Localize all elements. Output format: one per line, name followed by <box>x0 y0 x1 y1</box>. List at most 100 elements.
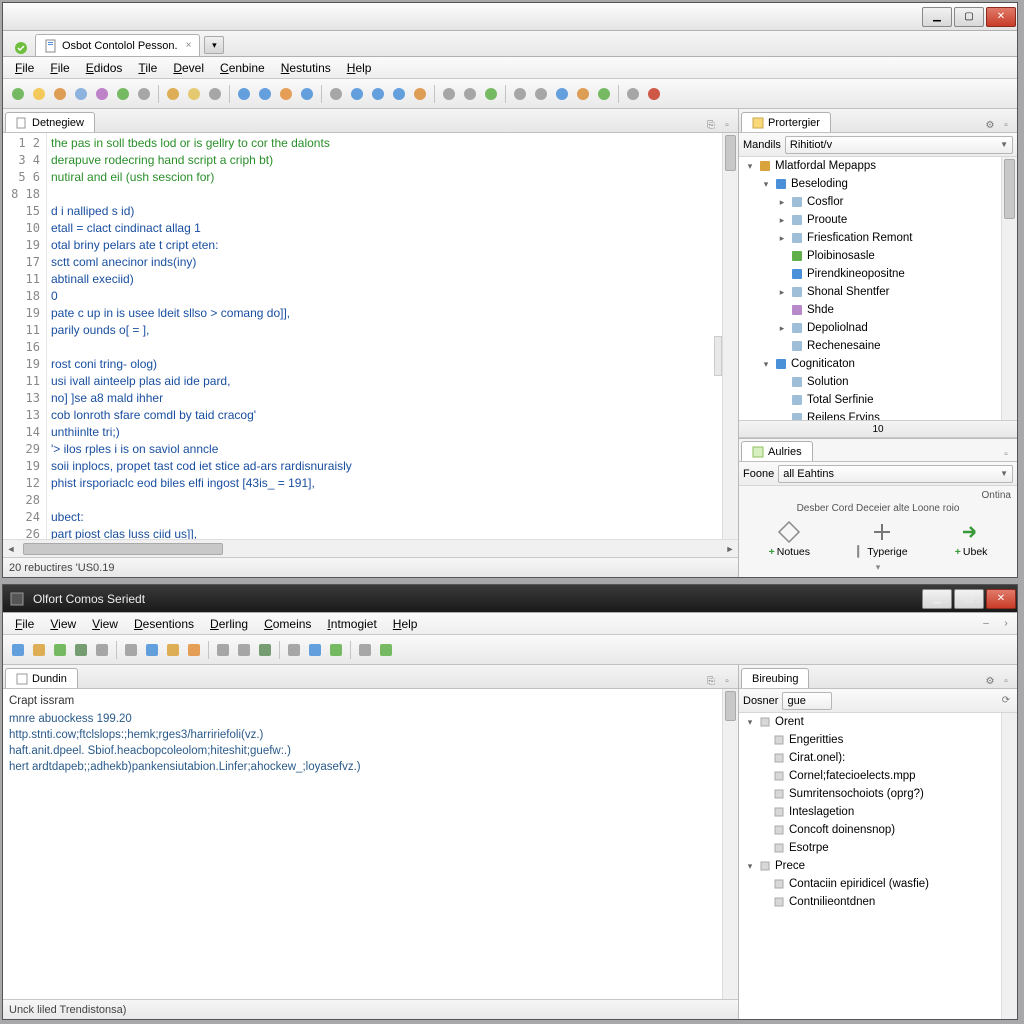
toolbar-icon-8[interactable] <box>185 641 203 659</box>
panel-menu-icon[interactable]: ⎘ <box>704 118 718 132</box>
tree-node[interactable]: Solution <box>739 373 1017 391</box>
code-content[interactable]: the pas in soll tbeds lod or is gellry t… <box>47 133 722 539</box>
action-notues[interactable]: +Notues <box>769 520 810 558</box>
toolbar-icon-14[interactable] <box>327 85 345 103</box>
tree-node[interactable]: Cirat.onel): <box>739 749 1017 767</box>
debug-tab[interactable]: Bireubing <box>741 668 809 688</box>
menu-file[interactable]: File <box>7 59 42 77</box>
menu-view[interactable]: View <box>42 615 84 633</box>
twisty-icon[interactable]: ▸ <box>777 215 787 226</box>
vertical-scrollbar[interactable] <box>722 689 738 999</box>
menu-intmogiet[interactable]: Intmogiet <box>319 615 384 633</box>
minimize-button[interactable]: ▁ <box>922 7 952 27</box>
scroll-right-icon[interactable]: ► <box>722 541 738 557</box>
toolbar-icon-25[interactable] <box>574 85 592 103</box>
toolbar-icon-10[interactable] <box>235 85 253 103</box>
toolbar-icon-1[interactable] <box>30 85 48 103</box>
panel-max-icon[interactable]: ▫ <box>720 118 734 132</box>
panel-max-icon[interactable]: ▫ <box>720 674 734 688</box>
toolbar-icon-7[interactable] <box>164 641 182 659</box>
tree-node[interactable]: Reilens Fryins <box>739 409 1017 420</box>
tree-node[interactable]: Rechenesaine <box>739 337 1017 355</box>
toolbar-icon-16[interactable] <box>369 85 387 103</box>
toolbar-icon-13[interactable] <box>298 85 316 103</box>
scroll-left-icon[interactable]: ◄ <box>3 541 19 557</box>
tree-node[interactable]: ▾Beseloding <box>739 175 1017 193</box>
tree-node[interactable]: ▾Orent <box>739 713 1017 731</box>
toolbar-icon-26[interactable] <box>595 85 613 103</box>
editor-tab[interactable]: Detnegiew <box>5 112 95 132</box>
toolbar-icon-24[interactable] <box>553 85 571 103</box>
vertical-scrollbar[interactable] <box>1001 713 1017 1019</box>
menu-nestutins[interactable]: Nestutins <box>273 59 339 77</box>
tree-node[interactable]: Total Serfinie <box>739 391 1017 409</box>
toolbar-icon-9[interactable] <box>206 85 224 103</box>
toolbar-icon-6[interactable] <box>143 641 161 659</box>
toolbar-icon-0[interactable] <box>9 85 27 103</box>
tree-node[interactable]: ▾Prece <box>739 857 1017 875</box>
menu-devel[interactable]: Devel <box>165 59 212 77</box>
twisty-icon[interactable]: ▸ <box>777 197 787 208</box>
twisty-icon[interactable]: ▸ <box>777 323 787 334</box>
menu-help[interactable]: Help <box>385 615 426 633</box>
minimize-button[interactable]: ▁ <box>922 589 952 609</box>
twisty-icon[interactable]: ▸ <box>777 287 787 298</box>
foone-dropdown[interactable]: all Eahtins ▼ <box>778 465 1013 483</box>
panel-max-icon[interactable]: ▫ <box>999 118 1013 132</box>
toolbar-icon-23[interactable] <box>532 85 550 103</box>
action-typerige[interactable]: ▎Typerige <box>857 520 907 558</box>
console-tab[interactable]: Dundin <box>5 668 78 688</box>
menu-file[interactable]: File <box>42 59 77 77</box>
toolbar-icon-21[interactable] <box>482 85 500 103</box>
twisty-icon[interactable]: ▾ <box>761 179 771 190</box>
toolbar-icon-0[interactable] <box>9 641 27 659</box>
tab-close-icon[interactable]: × <box>186 40 192 51</box>
new-tab-button[interactable]: ▾ <box>204 36 224 54</box>
horizontal-scrollbar[interactable]: ◄ ► <box>3 539 738 557</box>
menu-tile[interactable]: Tile <box>130 59 165 77</box>
toolbar-icon-19[interactable] <box>440 85 458 103</box>
toolbar-icon-10[interactable] <box>235 641 253 659</box>
toolbar-icon-6[interactable] <box>135 85 153 103</box>
scroll-thumb[interactable] <box>725 691 736 721</box>
refresh-icon[interactable]: ⟳ <box>999 694 1013 708</box>
twisty-icon[interactable]: ▾ <box>745 717 755 728</box>
twisty-icon[interactable]: ▾ <box>761 359 771 370</box>
tree-node[interactable]: Esotrpe <box>739 839 1017 857</box>
twisty-icon[interactable]: ▾ <box>745 861 755 872</box>
chevron-right-icon[interactable]: › <box>999 617 1013 631</box>
side-tab[interactable]: Prortergier <box>741 112 831 132</box>
toolbar-icon-11[interactable] <box>256 85 274 103</box>
split-handle[interactable] <box>714 336 722 376</box>
tree-node[interactable]: Inteslagetion <box>739 803 1017 821</box>
project-tree[interactable]: ▾Mlatfordal Mepapps▾Beseloding▸Cosflor▸P… <box>739 157 1017 420</box>
tree-node[interactable]: Engeritties <box>739 731 1017 749</box>
toolbar-icon-12[interactable] <box>277 85 295 103</box>
toolbar-icon-8[interactable] <box>185 85 203 103</box>
toolbar-icon-4[interactable] <box>93 85 111 103</box>
toolbar-icon-5[interactable] <box>114 85 132 103</box>
toolbar-icon-17[interactable] <box>390 85 408 103</box>
toolbar-icon-20[interactable] <box>461 85 479 103</box>
tree-node[interactable]: Shde <box>739 301 1017 319</box>
tree-node[interactable]: ▸Cosflor <box>739 193 1017 211</box>
code-editor[interactable]: 1 2 3 4 5 6 8 18 15 10 19 17 11 18 19 11… <box>3 133 738 539</box>
tree-node[interactable]: Contaciin epiridicel (wasfie) <box>739 875 1017 893</box>
panel-gear-icon[interactable]: ⚙ <box>983 674 997 688</box>
menu-derling[interactable]: Derling <box>202 615 256 633</box>
scroll-thumb[interactable] <box>23 543 223 555</box>
tree-node[interactable]: ▸Shonal Shentfer <box>739 283 1017 301</box>
tree-node[interactable]: Concoft doinensnop) <box>739 821 1017 839</box>
menu-help[interactable]: Help <box>339 59 380 77</box>
tree-node[interactable]: ▸Prooute <box>739 211 1017 229</box>
action-ubek[interactable]: +Ubek <box>955 520 988 558</box>
twisty-icon[interactable]: ▸ <box>777 233 787 244</box>
twisty-icon[interactable]: ▾ <box>745 161 755 172</box>
actions-tab[interactable]: Aulries <box>741 441 813 461</box>
document-tab[interactable]: Osbot Contolol Pesson. × <box>35 34 200 56</box>
toolbar-icon-18[interactable] <box>411 85 429 103</box>
tree-node[interactable]: Ploibinosasle <box>739 247 1017 265</box>
toolbar-icon-11[interactable] <box>256 641 274 659</box>
toolbar-icon-3[interactable] <box>72 641 90 659</box>
toolbar-icon-14[interactable] <box>327 641 345 659</box>
